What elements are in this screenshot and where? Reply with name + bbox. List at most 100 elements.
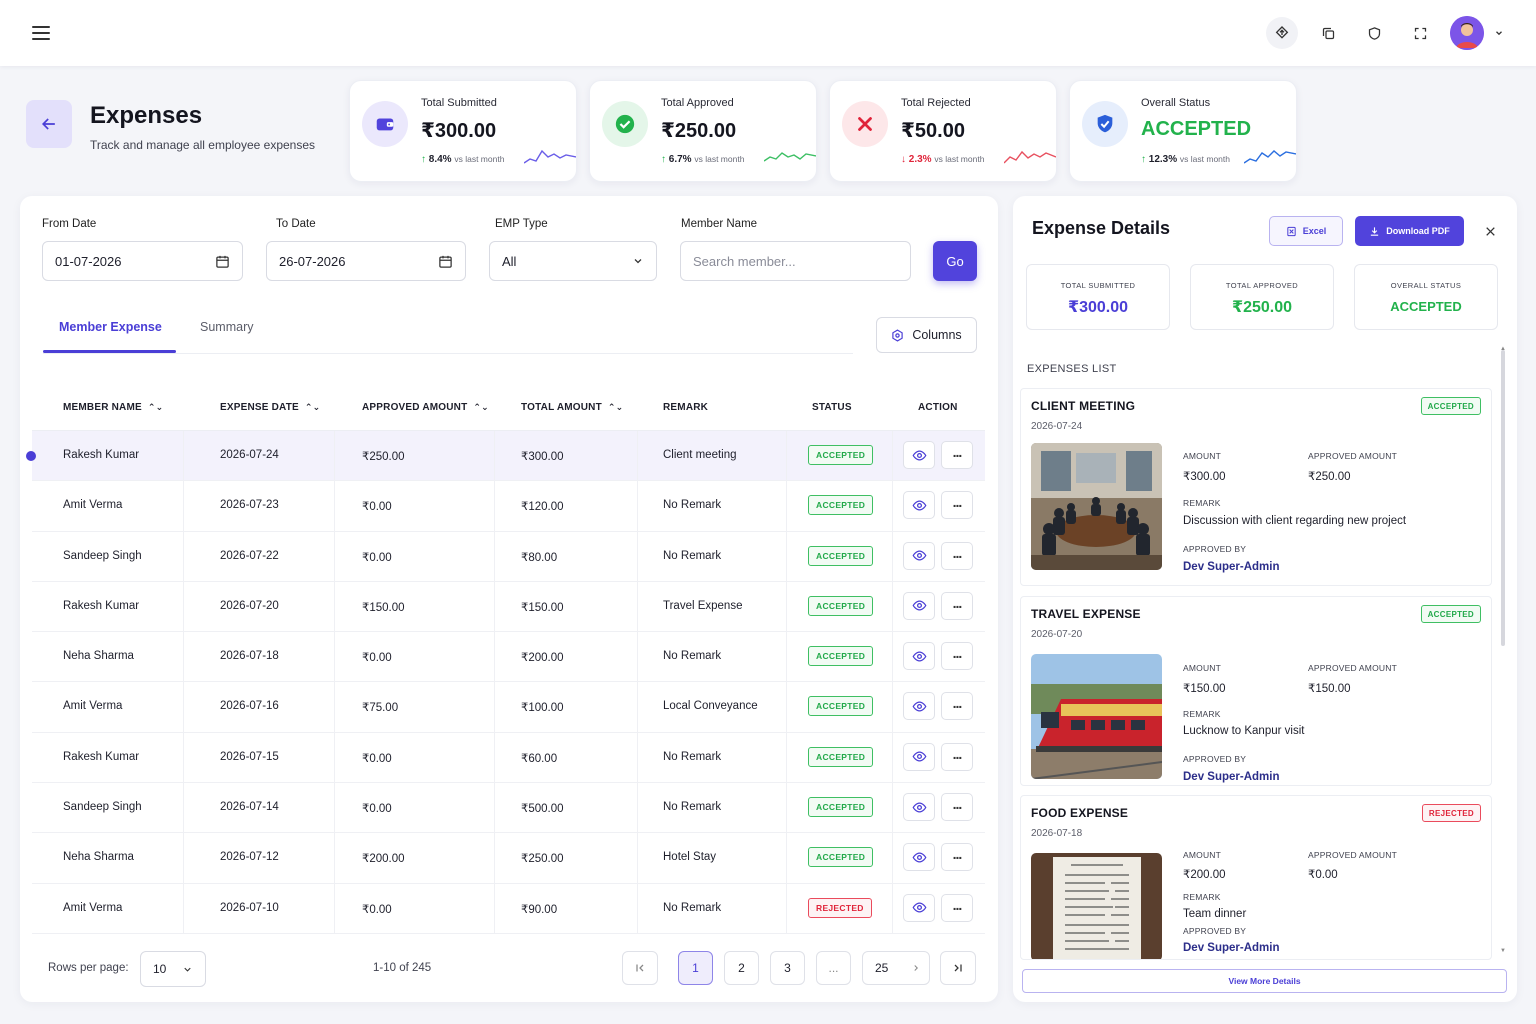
from-date-field[interactable]: 01-07-2026	[42, 241, 243, 281]
column-divider	[786, 732, 787, 783]
cell-member-name: Sandeep Singh	[63, 549, 142, 562]
more-options-button[interactable]: ...	[941, 541, 973, 570]
table-row[interactable]: Amit Verma 2026-07-10 ₹0.00 ₹90.00 No Remark…	[32, 883, 985, 934]
view-button[interactable]	[903, 793, 935, 822]
chevron-right-icon	[914, 965, 918, 971]
receipt-photo[interactable]	[1031, 853, 1162, 959]
back-button[interactable]	[26, 100, 72, 148]
view-button[interactable]	[903, 491, 935, 520]
cell-total-amount: ₹250.00	[521, 853, 564, 866]
wallet-icon	[362, 101, 408, 147]
more-options-button[interactable]: ...	[941, 843, 973, 872]
more-options-button[interactable]: ...	[941, 742, 973, 771]
column-divider	[892, 531, 893, 581]
upload-cloud-icon[interactable]	[1266, 17, 1298, 49]
table-row[interactable]: Neha Sharma 2026-07-18 ₹0.00 ₹200.00 No Rema…	[32, 632, 985, 683]
more-options-button[interactable]: ...	[941, 793, 973, 822]
table-row[interactable]: Neha Sharma 2026-07-12 ₹200.00 ₹250.00 Hotel…	[32, 833, 985, 884]
column-divider	[494, 632, 495, 682]
expense-table-card: From Date 01-07-2026 To Date 26-07-2026 …	[20, 196, 998, 1002]
avatar[interactable]	[1450, 16, 1484, 50]
stat-label: Overall Status	[1141, 97, 1211, 109]
fullscreen-icon[interactable]	[1404, 17, 1436, 49]
more-options-button[interactable]: ...	[941, 692, 973, 721]
close-icon[interactable]	[1481, 222, 1499, 240]
more-options-button[interactable]: ...	[941, 642, 973, 671]
eye-icon	[912, 449, 926, 461]
more-options-button[interactable]: ...	[941, 893, 973, 922]
shield-icon[interactable]	[1358, 17, 1390, 49]
table-row[interactable]: Amit Verma 2026-07-23 ₹0.00 ₹120.00 No Remar…	[32, 481, 985, 532]
cell-remark: No Remark	[663, 499, 722, 512]
expense-item-client-meeting[interactable]: CLIENT MEETING 2026-07-24 ACCEPTED AMOUN…	[1020, 388, 1492, 586]
column-divider	[183, 682, 184, 732]
more-options-button[interactable]: ...	[941, 591, 973, 620]
view-button[interactable]	[903, 541, 935, 570]
table-row[interactable]: Sandeep Singh 2026-07-22 ₹0.00 ₹80.00 No Rem…	[32, 531, 985, 582]
scrollbar[interactable]	[1501, 350, 1505, 646]
page-button-3[interactable]: 3	[770, 951, 805, 985]
column-divider	[183, 581, 184, 632]
table-row[interactable]: Sandeep Singh 2026-07-14 ₹0.00 ₹500.00 No Re…	[32, 783, 985, 834]
page-button-25[interactable]: 25	[862, 951, 930, 985]
stat-value: ACCEPTED	[1141, 118, 1252, 140]
stat-label: Total Submitted	[421, 97, 497, 109]
th-total-amount[interactable]: TOTAL AMOUNT ⌃⌄	[521, 402, 623, 413]
stat-value: ₹300.00	[421, 120, 497, 142]
table-row[interactable]: Rakesh Kumar 2026-07-24 ₹250.00 ₹300.00 Clie…	[26, 431, 985, 482]
last-page-icon	[954, 964, 962, 972]
menu-icon[interactable]	[32, 26, 50, 40]
view-button[interactable]	[903, 441, 935, 469]
copy-icon[interactable]	[1312, 17, 1344, 49]
meeting-room-photo[interactable]	[1031, 443, 1162, 570]
excel-button[interactable]: Excel	[1269, 216, 1343, 246]
column-divider	[494, 732, 495, 783]
column-divider	[334, 833, 335, 883]
scroll-down-icon[interactable]: ▼	[1500, 948, 1506, 954]
first-page-button[interactable]	[622, 951, 658, 985]
columns-button[interactable]: Columns	[876, 317, 977, 353]
column-divider	[494, 481, 495, 531]
tab-member-expense[interactable]: Member Expense	[59, 320, 162, 334]
emp-type-select[interactable]: All	[489, 241, 657, 281]
more-icon: ...	[952, 494, 963, 511]
stat-label: Total Rejected	[901, 97, 971, 109]
view-button[interactable]	[903, 843, 935, 872]
column-divider	[892, 431, 893, 481]
view-button[interactable]	[903, 692, 935, 721]
view-button[interactable]	[903, 642, 935, 671]
stat-card-total-submitted: Total Submitted ₹300.00 ↑ 8.4% vs last m…	[349, 80, 577, 182]
expense-item-food-expense[interactable]: FOOD EXPENSE 2026-07-18 REJECTED AMOUNT …	[1020, 795, 1492, 960]
download-pdf-button[interactable]: Download PDF	[1355, 216, 1464, 246]
th-approved-amount[interactable]: APPROVED AMOUNT ⌃⌄	[362, 402, 489, 413]
table-row[interactable]: Amit Verma 2026-07-16 ₹75.00 ₹100.00 Local C…	[32, 682, 985, 733]
sparkline-chart	[1004, 150, 1056, 164]
member-search-input[interactable]: Search member...	[680, 241, 911, 281]
page-ellipsis: ...	[816, 951, 851, 985]
to-date-field[interactable]: 26-07-2026	[266, 241, 466, 281]
view-button[interactable]	[903, 893, 935, 922]
more-options-button[interactable]: ...	[941, 441, 973, 469]
cell-remark: Local Conveyance	[663, 700, 758, 713]
table-row[interactable]: Rakesh Kumar 2026-07-15 ₹0.00 ₹60.00 No Rema…	[32, 732, 985, 784]
table-row[interactable]: Rakesh Kumar 2026-07-20 ₹150.00 ₹150.00 Trav…	[32, 581, 985, 633]
view-more-details-button[interactable]: View More Details	[1022, 969, 1507, 993]
column-divider	[637, 632, 638, 682]
eye-icon	[912, 651, 926, 662]
page-button-1[interactable]: 1	[678, 951, 713, 985]
more-options-button[interactable]: ...	[941, 491, 973, 520]
rows-per-page-select[interactable]: 10	[140, 951, 206, 987]
train-photo[interactable]	[1031, 654, 1162, 779]
th-expense-date[interactable]: EXPENSE DATE ⌃⌄	[220, 402, 320, 413]
tab-summary[interactable]: Summary	[200, 320, 253, 334]
chevron-down-icon[interactable]	[1492, 26, 1506, 40]
page-button-2[interactable]: 2	[724, 951, 759, 985]
chevron-down-icon	[634, 259, 642, 264]
expense-item-travel-expense[interactable]: TRAVEL EXPENSE 2026-07-20 ACCEPTED AMOUN…	[1020, 596, 1492, 786]
view-button[interactable]	[903, 591, 935, 620]
column-divider	[637, 431, 638, 481]
last-page-button[interactable]	[940, 951, 976, 985]
th-member-name[interactable]: MEMBER NAME ⌃⌄	[63, 402, 163, 413]
view-button[interactable]	[903, 742, 935, 771]
go-button[interactable]: Go	[933, 241, 977, 281]
